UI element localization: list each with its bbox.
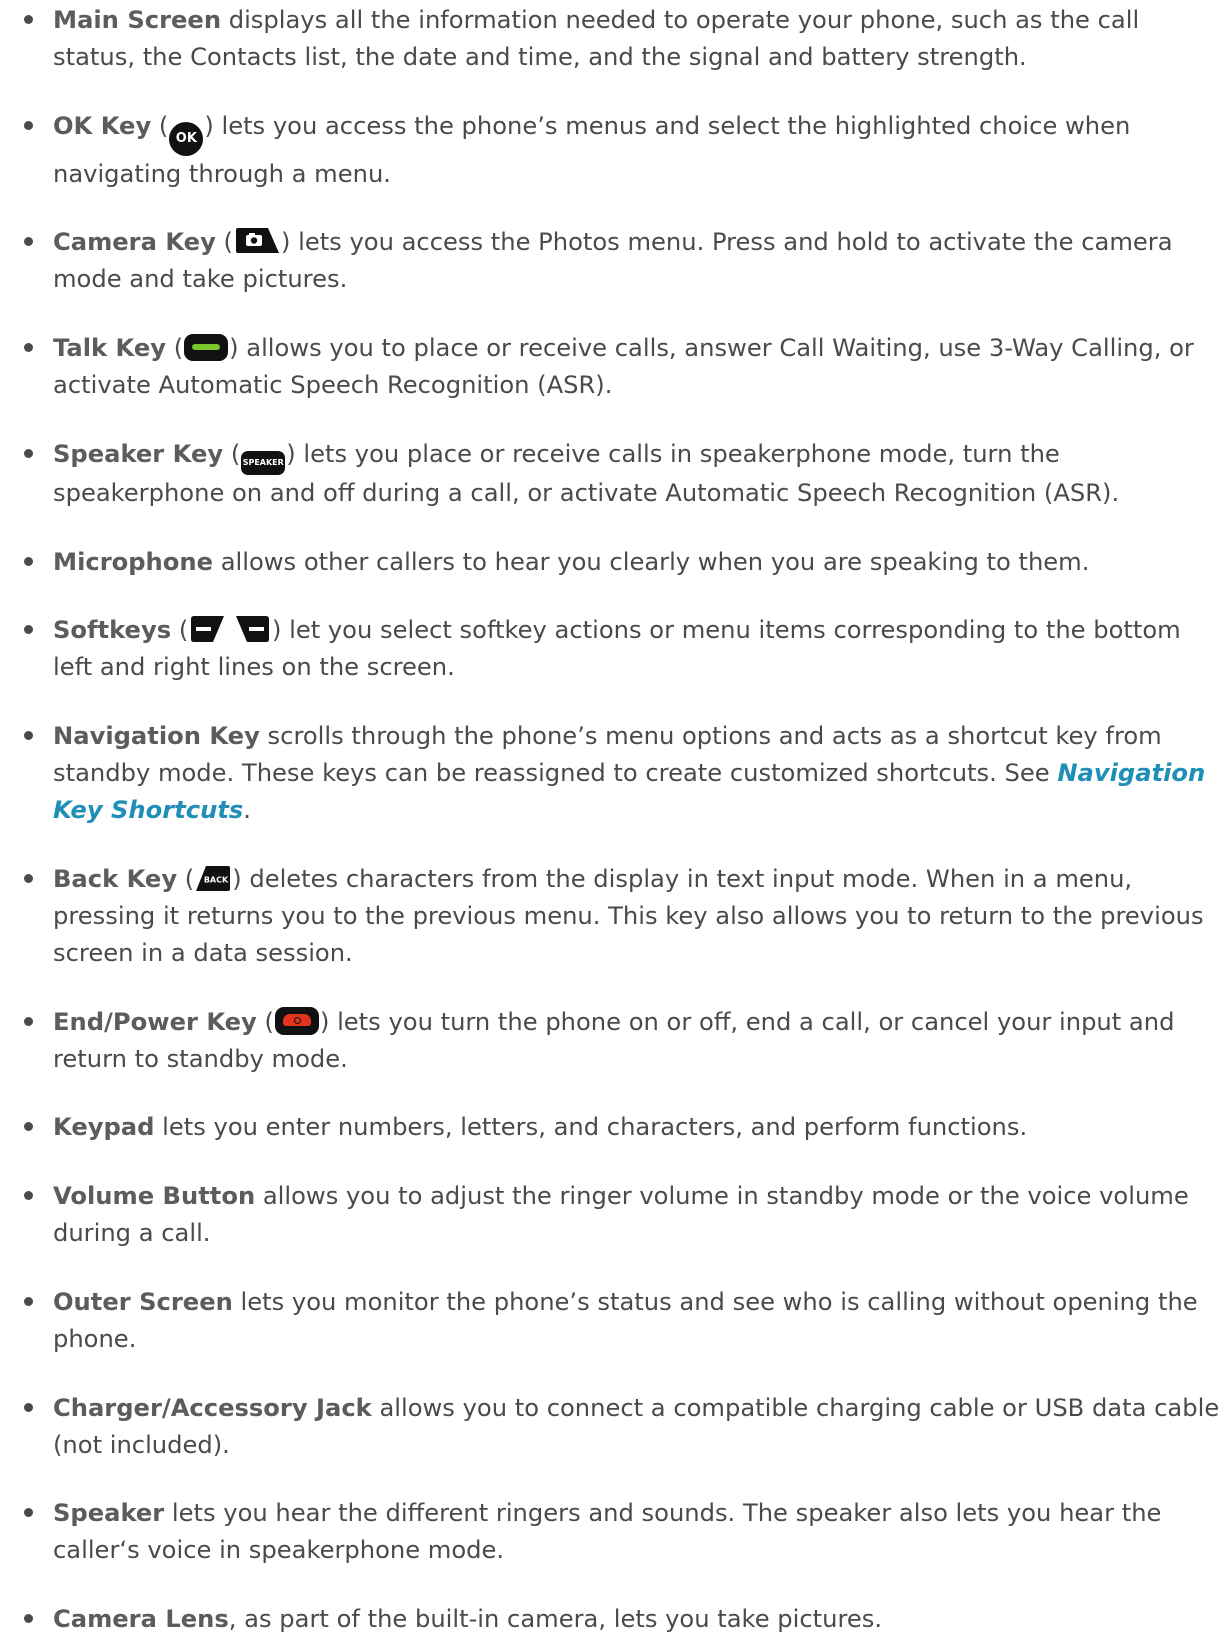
bullet [24, 1122, 33, 1132]
item-text: Speaker lets you hear the different ring… [53, 1495, 1221, 1569]
term-charger-accessory-jack: Charger/Accessory Jack [53, 1393, 372, 1422]
item-text: Navigation Key scrolls through the phone… [53, 718, 1221, 829]
bullet [24, 873, 33, 883]
term-back-key: Back Key [53, 864, 178, 893]
item-text: Talk Key () allows you to place or recei… [53, 334, 1194, 400]
talk-key-icon [184, 334, 229, 362]
speaker-key-icon: SPEAKER [241, 450, 286, 475]
desc-navigation-key-end: . [243, 796, 251, 825]
term-camera-key: Camera Key [53, 228, 216, 257]
bullet [24, 1402, 33, 1412]
desc-microphone: allows other callers to hear you clearly… [213, 547, 1090, 576]
bullet [24, 343, 33, 353]
item-text: Softkeys ( ) let you select softkey acti… [53, 616, 1181, 682]
item-text: Camera Lens, as part of the built-in cam… [53, 1601, 1221, 1638]
term-talk-key: Talk Key [53, 334, 166, 363]
bullet [24, 120, 33, 130]
desc-ok-key: lets you access the phone’s menus and se… [53, 111, 1131, 188]
term-main-screen: Main Screen [53, 6, 222, 34]
camera-key-icon [235, 228, 279, 254]
item-text: Volume Button allows you to adjust the r… [53, 1178, 1221, 1252]
bullet [24, 1508, 33, 1518]
desc-camera-lens: , as part of the built-in camera, lets y… [228, 1605, 883, 1633]
bullet [24, 1296, 33, 1306]
term-ok-key: OK Key [53, 111, 152, 140]
bullet [24, 556, 33, 566]
term-keypad: Keypad [53, 1113, 155, 1142]
ok-key-icon: OK [169, 121, 204, 156]
item-text: Outer Screen lets you monitor the phone’… [53, 1284, 1221, 1358]
term-navigation-key: Navigation Key [53, 722, 260, 751]
softkey-right-icon [235, 616, 269, 643]
bullet [24, 625, 33, 635]
item-text: Keypad lets you enter numbers, letters, … [53, 1109, 1221, 1146]
bullet [24, 237, 33, 247]
item-text: Back Key (BACK) deletes characters from … [53, 864, 1204, 967]
term-camera-lens: Camera Lens [53, 1605, 229, 1633]
item-text: End/Power Key () lets you turn the phone… [53, 1006, 1175, 1073]
bullet [24, 15, 33, 24]
term-end-power-key: End/Power Key [53, 1007, 257, 1036]
term-outer-screen: Outer Screen [53, 1287, 233, 1316]
bullet [24, 731, 33, 741]
end-power-key-icon [274, 1006, 319, 1035]
term-microphone: Microphone [53, 547, 214, 576]
back-key-icon: BACK [196, 865, 231, 891]
bullet [24, 1614, 33, 1623]
term-softkeys: Softkeys [53, 616, 172, 645]
item-text: Microphone allows other callers to hear … [53, 544, 1221, 581]
desc-camera-key: lets you access the Photos menu. Press a… [53, 228, 1173, 294]
item-text: Camera Key () lets you access the Photos… [53, 228, 1173, 294]
bullet [24, 1191, 33, 1201]
desc-speaker: lets you hear the different ringers and … [53, 1499, 1162, 1565]
svg-text:BACK: BACK [204, 875, 229, 884]
bullet [24, 448, 33, 458]
term-speaker: Speaker [53, 1499, 165, 1528]
term-volume-button: Volume Button [53, 1182, 256, 1211]
term-speaker-key: Speaker Key [53, 439, 224, 468]
bullet [24, 1016, 33, 1026]
item-text: OK Key (OK) lets you access the phone’s … [53, 111, 1131, 188]
item-text: Charger/Accessory Jack allows you to con… [53, 1390, 1221, 1464]
item-text: Main Screen displays all the information… [53, 2, 1221, 76]
item-text: Speaker Key (SPEAKER) lets you place or … [53, 439, 1120, 507]
softkey-left-icon [191, 616, 225, 643]
desc-keypad: lets you enter numbers, letters, and cha… [154, 1113, 1028, 1142]
